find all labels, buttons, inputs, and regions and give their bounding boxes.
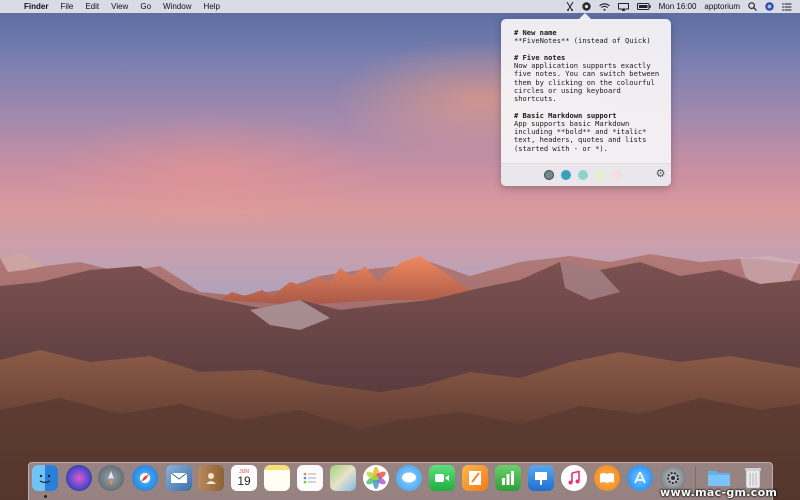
ibooks-icon[interactable] bbox=[594, 465, 620, 491]
pages-icon[interactable] bbox=[462, 465, 488, 491]
fivenotes-status-icon[interactable] bbox=[578, 2, 595, 11]
menu-user[interactable]: apptorium bbox=[700, 0, 744, 13]
menu-help[interactable]: Help bbox=[197, 0, 225, 13]
siri-icon[interactable] bbox=[66, 465, 92, 491]
desktop-wallpaper bbox=[0, 0, 800, 500]
launchpad-icon[interactable] bbox=[98, 465, 124, 491]
fivenotes-popover: # New name **FiveNotes** (instead of Qui… bbox=[501, 13, 671, 186]
keynote-icon[interactable] bbox=[528, 465, 554, 491]
note-2-circle[interactable] bbox=[561, 170, 571, 180]
contacts-icon[interactable] bbox=[198, 465, 224, 491]
note-text-five-notes: Now application supports exactly five no… bbox=[514, 61, 664, 103]
numbers-icon[interactable] bbox=[495, 465, 521, 491]
itunes-icon[interactable] bbox=[561, 465, 587, 491]
menu-bar-status: Mon 16:00 apptorium bbox=[562, 0, 796, 13]
reminders-icon[interactable] bbox=[297, 465, 323, 491]
mountains-illustration bbox=[0, 252, 800, 500]
menu-clock[interactable]: Mon 16:00 bbox=[655, 0, 701, 13]
finder-running-indicator bbox=[44, 495, 47, 498]
menu-go[interactable]: Go bbox=[134, 0, 157, 13]
calendar-icon[interactable]: JUN 19 bbox=[231, 465, 257, 491]
note-editor[interactable]: # New name **FiveNotes** (instead of Qui… bbox=[514, 28, 664, 153]
gear-icon[interactable]: ⚙ bbox=[655, 169, 666, 180]
scissors-icon[interactable] bbox=[562, 2, 578, 11]
note-1-circle[interactable] bbox=[544, 170, 554, 180]
appstore-icon[interactable] bbox=[627, 465, 653, 491]
airplay-icon[interactable] bbox=[614, 2, 633, 11]
mail-icon[interactable] bbox=[166, 465, 192, 491]
notification-center-icon[interactable] bbox=[778, 2, 796, 11]
facetime-icon[interactable] bbox=[429, 465, 455, 491]
menu-view[interactable]: View bbox=[105, 0, 134, 13]
app-menu-finder[interactable]: Finder bbox=[14, 0, 54, 13]
watermark: www.mac-gm.com bbox=[660, 486, 778, 499]
note-5-circle[interactable] bbox=[612, 170, 622, 180]
siri-menu-icon[interactable] bbox=[761, 2, 778, 11]
photos-icon[interactable] bbox=[363, 465, 389, 491]
note-4-circle[interactable] bbox=[595, 170, 605, 180]
menu-window[interactable]: Window bbox=[157, 0, 197, 13]
maps-icon[interactable] bbox=[330, 465, 356, 491]
menu-file[interactable]: File bbox=[54, 0, 79, 13]
finder-icon[interactable] bbox=[32, 465, 58, 491]
battery-icon[interactable] bbox=[633, 3, 655, 10]
note-text-new-name: **FiveNotes** (instead of Quick) bbox=[514, 36, 651, 46]
note-text-markdown: App supports basic Markdown including **… bbox=[514, 118, 651, 153]
menu-bar: Finder File Edit View Go Window Help Mon… bbox=[0, 0, 800, 13]
note-3-circle[interactable] bbox=[578, 170, 588, 180]
spotlight-icon[interactable] bbox=[744, 2, 761, 11]
notes-icon[interactable] bbox=[264, 465, 290, 491]
menu-bar-left: Finder File Edit View Go Window Help bbox=[0, 0, 226, 13]
calendar-day: 19 bbox=[237, 473, 251, 488]
messages-icon[interactable] bbox=[396, 465, 422, 491]
popover-footer: ⚙ bbox=[501, 163, 671, 186]
menu-edit[interactable]: Edit bbox=[79, 0, 105, 13]
wifi-icon[interactable] bbox=[595, 2, 614, 11]
safari-icon[interactable] bbox=[132, 465, 158, 491]
